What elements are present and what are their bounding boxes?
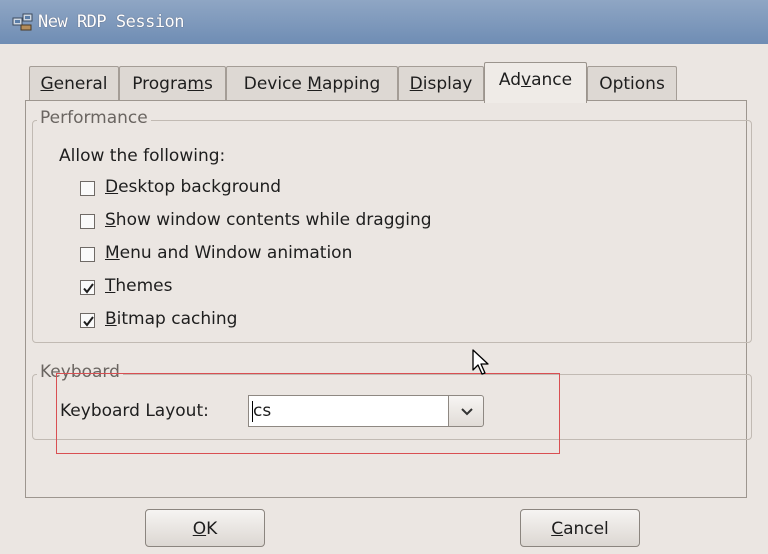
tab-programs[interactable]: Programs [119, 66, 226, 102]
show-window-contents-checkbox[interactable] [80, 214, 95, 229]
menu-window-animation-label[interactable]: Menu and Window animation [105, 243, 352, 263]
menu-window-animation-checkbox[interactable] [80, 247, 95, 262]
tab-advance[interactable]: Advance [484, 62, 587, 103]
keyboard-layout-label: Keyboard Layout: [60, 401, 209, 421]
cancel-button[interactable]: Cancel [520, 509, 640, 547]
mouse-cursor-icon [472, 349, 489, 375]
keyboard-legend: Keyboard [37, 362, 123, 382]
tab-display[interactable]: Display [398, 66, 484, 102]
checkmark-icon [83, 316, 94, 327]
keyboard-layout-value: cs [253, 401, 272, 421]
text-caret [252, 401, 253, 422]
allow-following-label: Allow the following: [59, 146, 226, 166]
performance-legend: Performance [37, 108, 151, 128]
bitmap-caching-label[interactable]: Bitmap caching [105, 309, 237, 329]
network-computers-icon [12, 12, 34, 32]
bitmap-caching-checkbox[interactable] [80, 313, 95, 328]
chevron-down-icon [461, 408, 473, 416]
window-title: New RDP Session [38, 12, 185, 32]
desktop-background-checkbox[interactable] [80, 181, 95, 196]
ok-button[interactable]: OK [145, 509, 265, 547]
checkmark-icon [83, 283, 94, 294]
themes-label[interactable]: Themes [105, 276, 173, 296]
themes-checkbox[interactable] [80, 280, 95, 295]
tab-general[interactable]: General [29, 66, 119, 102]
show-window-contents-label[interactable]: Show window contents while dragging [105, 210, 432, 230]
keyboard-layout-input[interactable]: cs [248, 395, 448, 427]
title-bar: New RDP Session [0, 0, 768, 44]
tab-options[interactable]: Options [587, 66, 677, 102]
desktop-background-label[interactable]: Desktop background [105, 177, 281, 197]
keyboard-layout-dropdown-button[interactable] [448, 395, 484, 427]
tab-device-mapping[interactable]: Device Mapping [226, 66, 398, 102]
